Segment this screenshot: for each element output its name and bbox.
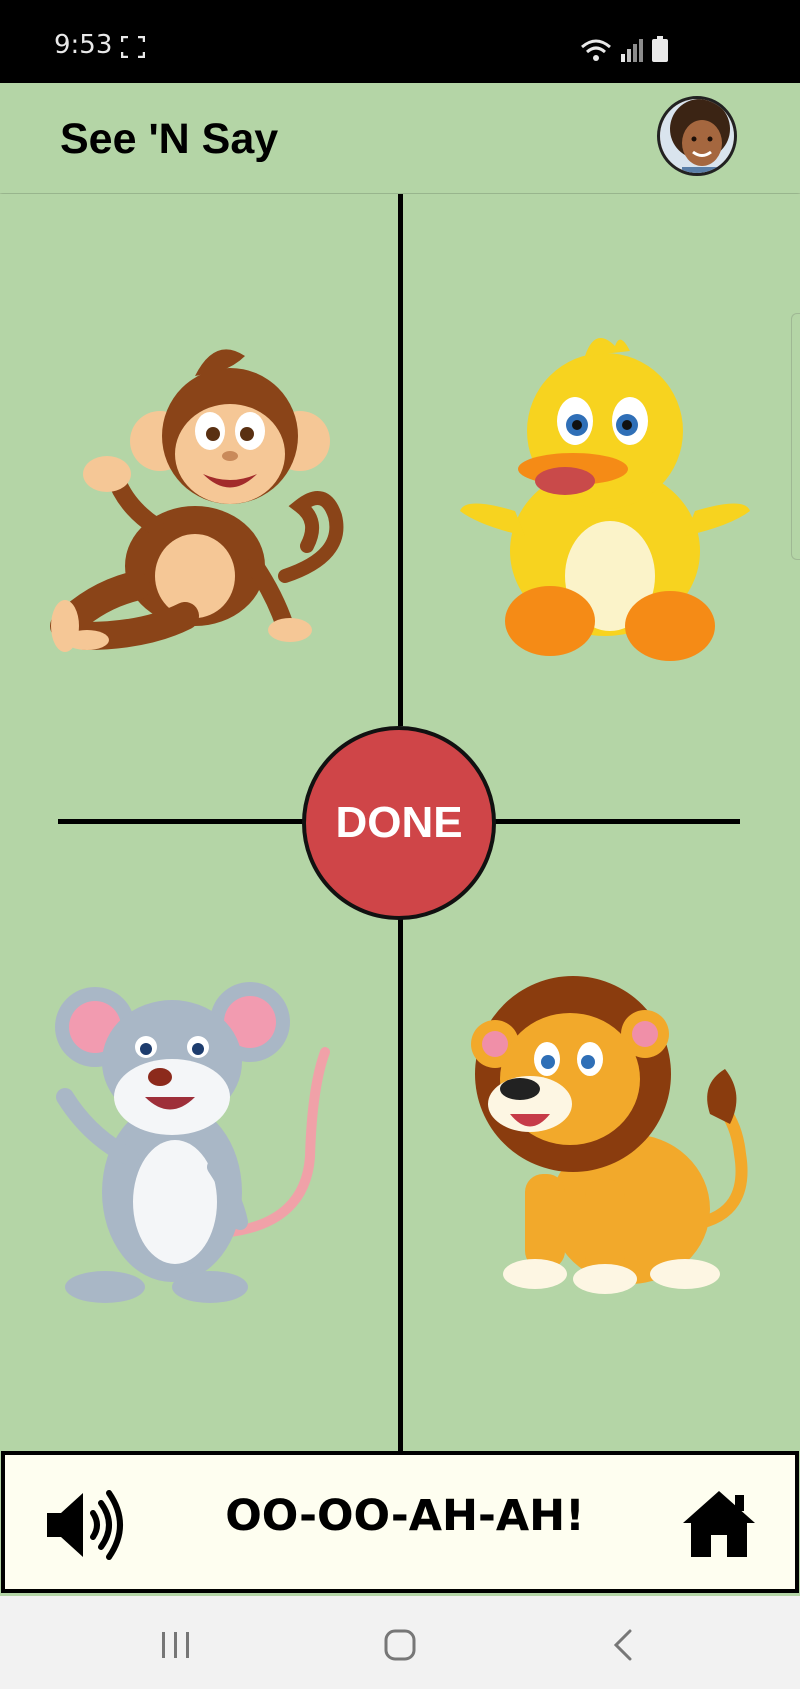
signal-icon <box>621 39 643 62</box>
home-circle-icon[interactable] <box>380 1628 420 1662</box>
lion-icon <box>471 976 748 1294</box>
duck-tile[interactable] <box>455 321 755 661</box>
duck-icon <box>460 338 750 661</box>
divider-horizontal-left <box>58 819 306 824</box>
sound-text: OO-OO-AH-AH! <box>225 1491 585 1541</box>
divider-vertical-bottom <box>398 918 403 1451</box>
done-label: DONE <box>335 798 463 847</box>
status-icons <box>580 36 668 62</box>
screenshot-frame-icon <box>121 36 145 58</box>
app-title: See 'N Say <box>60 115 279 163</box>
battery-icon <box>652 36 668 62</box>
status-bar: 9:53 <box>0 0 800 83</box>
child-avatar-icon[interactable] <box>657 96 737 176</box>
wifi-icon <box>581 39 611 61</box>
speaker-icon[interactable] <box>45 1489 125 1561</box>
home-icon[interactable] <box>681 1489 757 1559</box>
mouse-icon <box>55 982 330 1303</box>
mouse-tile[interactable] <box>50 967 330 1307</box>
back-icon[interactable] <box>604 1628 644 1662</box>
system-nav-bar <box>0 1596 800 1689</box>
status-time: 9:53 <box>54 30 113 60</box>
divider-horizontal-right <box>494 819 740 824</box>
sound-panel: OO-OO-AH-AH! <box>1 1451 799 1593</box>
done-button[interactable]: DONE <box>302 726 496 920</box>
divider-vertical-top <box>398 194 403 726</box>
scroll-indicator <box>791 313 800 560</box>
lion-tile[interactable] <box>455 964 755 1304</box>
monkey-tile[interactable] <box>45 326 345 656</box>
recent-apps-icon[interactable] <box>156 1628 196 1662</box>
monkey-icon <box>50 349 344 652</box>
